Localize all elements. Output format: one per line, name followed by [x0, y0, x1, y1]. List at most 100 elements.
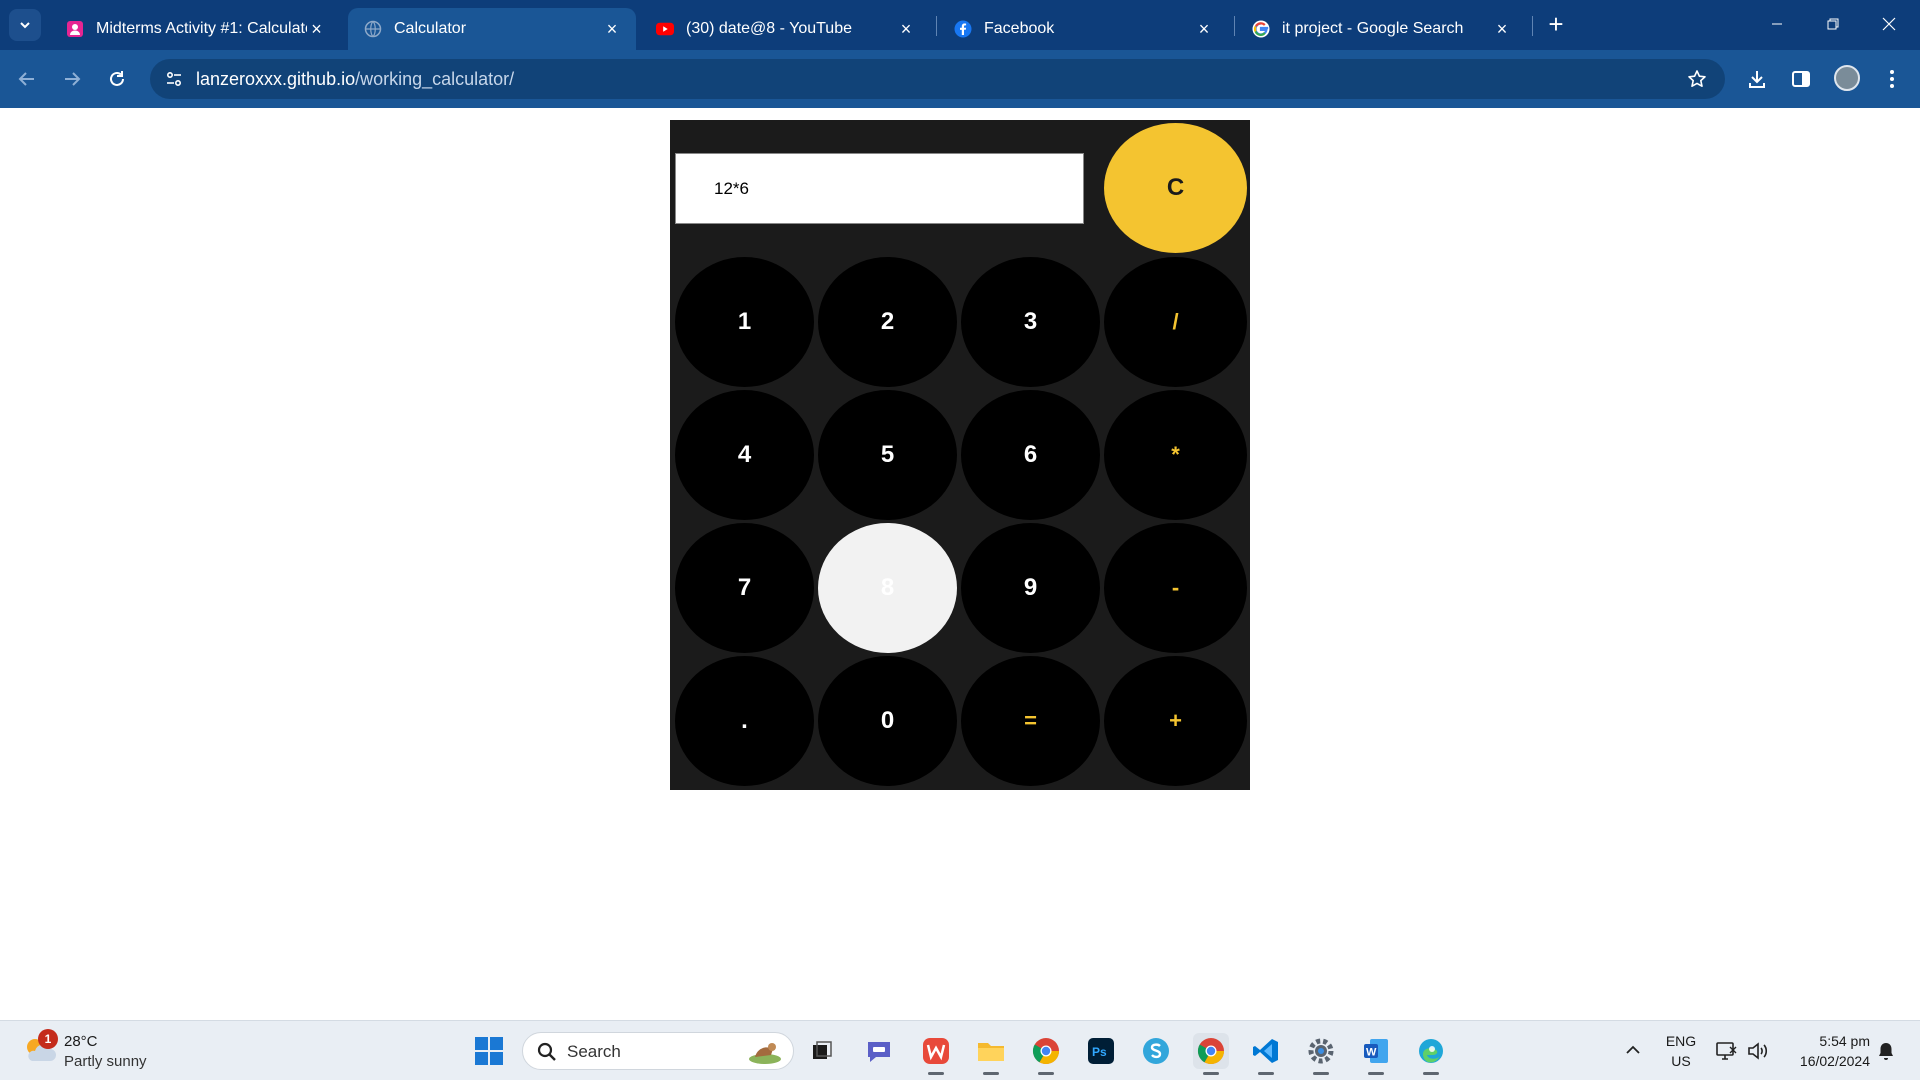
- reload-icon: [110, 71, 124, 86]
- task-view-button[interactable]: [804, 1033, 840, 1069]
- profile-avatar[interactable]: [1834, 65, 1860, 91]
- tab-youtube[interactable]: (30) date@8 - YouTube ×: [640, 8, 930, 50]
- skype-icon: [1143, 1038, 1169, 1064]
- running-indicator: [1313, 1072, 1329, 1075]
- side-panel-button[interactable]: [1785, 63, 1817, 95]
- bookmark-star-icon[interactable]: [1685, 67, 1709, 91]
- key-multiply[interactable]: *: [1104, 390, 1247, 520]
- running-indicator: [1038, 1072, 1054, 1075]
- running-indicator: [1423, 1072, 1439, 1075]
- key-1[interactable]: 1: [675, 257, 814, 387]
- close-icon: [1882, 17, 1896, 31]
- running-indicator: [983, 1072, 999, 1075]
- weather-widget[interactable]: 1 28°C Partly sunny: [22, 1029, 182, 1073]
- calculator-display[interactable]: 12*6: [675, 153, 1084, 224]
- browser-toolbar: lanzeroxxx.github.io/working_calculator/: [0, 50, 1920, 108]
- key-divide[interactable]: /: [1104, 257, 1247, 387]
- new-tab-button[interactable]: +: [1542, 11, 1570, 39]
- forward-button[interactable]: [56, 63, 88, 95]
- language-indicator[interactable]: ENG US: [1664, 1031, 1698, 1071]
- key-subtract[interactable]: -: [1104, 523, 1247, 653]
- key-8[interactable]: 8: [818, 523, 957, 653]
- tab-midterms[interactable]: Midterms Activity #1: Calculator ×: [50, 8, 340, 50]
- photoshop-app[interactable]: Ps: [1083, 1033, 1119, 1069]
- tab-search-button[interactable]: [9, 9, 41, 41]
- wps-office-app[interactable]: [918, 1033, 954, 1075]
- start-button[interactable]: [471, 1033, 507, 1069]
- edge-icon: [1419, 1039, 1443, 1063]
- key-equals[interactable]: =: [961, 656, 1100, 786]
- display-value: 12*6: [714, 178, 749, 198]
- svg-text:Ps: Ps: [1092, 1045, 1107, 1059]
- key-decimal[interactable]: .: [675, 656, 814, 786]
- close-icon[interactable]: ×: [602, 19, 622, 39]
- arrow-left-icon: [18, 72, 34, 86]
- google-icon: [1252, 20, 1270, 38]
- close-icon[interactable]: ×: [307, 19, 326, 39]
- skype-app[interactable]: [1138, 1033, 1174, 1069]
- back-button[interactable]: [11, 63, 43, 95]
- url-text[interactable]: lanzeroxxx.github.io/working_calculator/: [196, 69, 514, 90]
- file-explorer-app[interactable]: [973, 1033, 1009, 1075]
- tab-separator: [1532, 16, 1533, 36]
- close-icon[interactable]: ×: [896, 19, 916, 39]
- chrome-icon: [1032, 1038, 1060, 1065]
- key-6[interactable]: 6: [961, 390, 1100, 520]
- edge-app[interactable]: [1413, 1033, 1449, 1075]
- tab-title: Midterms Activity #1: Calculator: [96, 20, 308, 37]
- downloads-button[interactable]: [1741, 63, 1773, 95]
- more-vertical-icon: [1890, 70, 1894, 88]
- url-host: lanzeroxxx.github.io: [196, 69, 356, 89]
- word-app[interactable]: W: [1358, 1033, 1394, 1075]
- system-clock[interactable]: 5:54 pm 16/02/2024: [1780, 1031, 1870, 1071]
- restore-icon: [1827, 18, 1839, 30]
- notifications-icon[interactable]: [1874, 1039, 1898, 1063]
- tab-google-search[interactable]: it project - Google Search ×: [1236, 8, 1526, 50]
- key-9[interactable]: 9: [961, 523, 1100, 653]
- close-icon[interactable]: ×: [1492, 19, 1512, 39]
- key-2[interactable]: 2: [818, 257, 957, 387]
- task-view-icon: [813, 1041, 832, 1059]
- running-indicator: [928, 1072, 944, 1075]
- photoshop-icon: Ps: [1088, 1038, 1114, 1064]
- chrome-icon: [1197, 1038, 1225, 1065]
- taskbar: 1 28°C Partly sunny Search Ps W ENG US 5…: [0, 1020, 1920, 1080]
- key-7[interactable]: 7: [675, 523, 814, 653]
- youtube-icon: [656, 20, 674, 38]
- restore-button[interactable]: [1810, 8, 1856, 40]
- key-4[interactable]: 4: [675, 390, 814, 520]
- tab-separator: [936, 16, 937, 36]
- windows-icon: [475, 1037, 503, 1065]
- tab-facebook[interactable]: Facebook ×: [938, 8, 1228, 50]
- taskbar-search[interactable]: Search: [522, 1032, 794, 1070]
- arrow-right-icon: [65, 72, 81, 86]
- chrome-app[interactable]: [1028, 1033, 1064, 1075]
- classroom-icon: [66, 20, 84, 38]
- tab-calculator[interactable]: Calculator ×: [348, 8, 636, 50]
- teams-app[interactable]: [861, 1033, 897, 1069]
- site-info-icon[interactable]: [160, 65, 188, 93]
- network-icon[interactable]: [1715, 1039, 1739, 1063]
- show-hidden-icons-button[interactable]: [1622, 1039, 1644, 1061]
- region-code: US: [1671, 1053, 1691, 1069]
- settings-app[interactable]: [1303, 1033, 1339, 1075]
- close-icon[interactable]: ×: [1194, 19, 1214, 39]
- search-highlight-icon: [749, 1043, 781, 1064]
- vscode-app[interactable]: [1248, 1033, 1284, 1075]
- minimize-button[interactable]: [1754, 8, 1800, 40]
- chrome-profile-app[interactable]: [1193, 1033, 1229, 1075]
- menu-button[interactable]: [1876, 63, 1908, 95]
- url-path: /working_calculator/: [355, 69, 515, 89]
- clear-button[interactable]: C: [1104, 123, 1247, 253]
- key-add[interactable]: +: [1104, 656, 1247, 786]
- key-3[interactable]: 3: [961, 257, 1100, 387]
- close-window-button[interactable]: [1866, 8, 1912, 40]
- key-5[interactable]: 5: [818, 390, 957, 520]
- clock-date: 16/02/2024: [1799, 1053, 1870, 1069]
- reload-button[interactable]: [101, 63, 133, 95]
- key-0[interactable]: 0: [818, 656, 957, 786]
- volume-icon[interactable]: [1746, 1039, 1770, 1063]
- globe-icon: [364, 20, 382, 38]
- search-icon: [537, 1042, 556, 1061]
- address-bar[interactable]: lanzeroxxx.github.io/working_calculator/: [150, 59, 1725, 99]
